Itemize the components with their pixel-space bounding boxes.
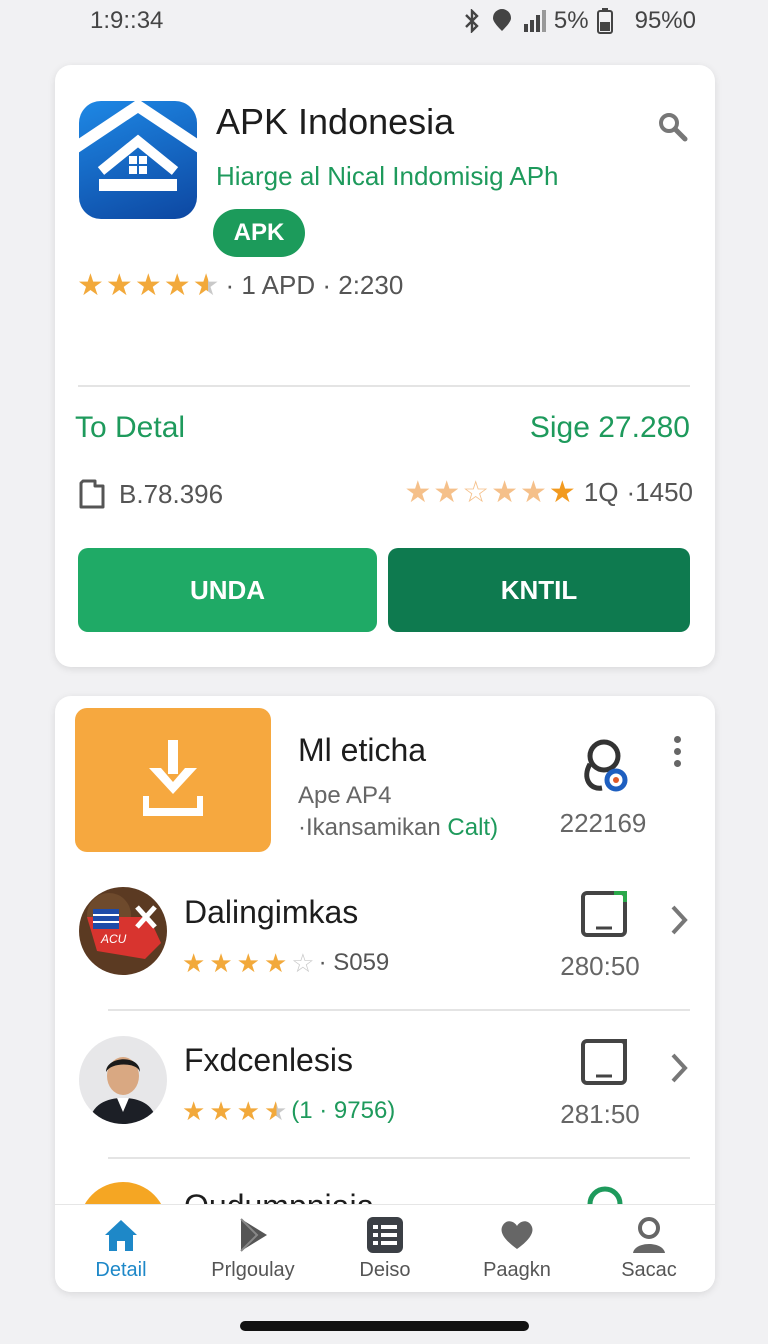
- app-list-card: Ml eticha Ape AP4 ·Ikansamikan Calt) 222…: [55, 696, 715, 1292]
- stethoscope-icon: [584, 739, 628, 792]
- battery-icon: [596, 8, 613, 34]
- apk-badge: APK: [213, 209, 305, 257]
- signal-icon: [523, 10, 546, 32]
- play-icon: [240, 1218, 267, 1252]
- star-icon: ★: [134, 268, 162, 302]
- star-icon: ★: [404, 475, 432, 509]
- chevron-right-icon[interactable]: [667, 903, 691, 937]
- divider: [108, 1009, 690, 1011]
- app-icon: [79, 101, 197, 219]
- list-item-title: Dalingimkas: [184, 894, 359, 930]
- star-icon: ★: [105, 268, 133, 302]
- nav-sacac[interactable]: Sacac: [589, 1215, 709, 1282]
- unda-button[interactable]: UNDA: [78, 548, 377, 632]
- battery-percent: 5%: [553, 7, 589, 34]
- review-total: ·1450: [626, 477, 694, 507]
- star-icon: ★: [520, 475, 547, 509]
- chevron-right-icon[interactable]: [667, 1051, 691, 1085]
- bottom-nav: Detail Prlgoulay Deiso Paagkn Sacac: [55, 1204, 715, 1292]
- search-icon[interactable]: [657, 111, 689, 143]
- review-stars: ★ ★ ☆ ★ ★ ★: [404, 475, 576, 509]
- review-count: 1Q: [583, 477, 619, 507]
- storage-icon: [79, 479, 105, 509]
- list-item-meta: 281:50: [560, 1099, 640, 1129]
- star-outline-icon: ☆: [291, 948, 315, 978]
- featured-title: Ml eticha: [298, 732, 427, 768]
- nav-prlgoulay[interactable]: Prlgoulay: [193, 1215, 313, 1282]
- status-icons: 5% 95%0: [462, 7, 696, 35]
- storage-value: B.78.396: [119, 478, 224, 509]
- list-item-rating: ★ ★ ★ ★ (1 · 9756): [182, 1097, 395, 1125]
- house-logo-icon: [79, 101, 197, 191]
- bluetooth-icon: [465, 9, 479, 33]
- star-icon: ★: [548, 475, 576, 509]
- divider: [108, 1157, 690, 1159]
- status-right-text: 95%0: [634, 7, 696, 34]
- half-star-icon: ★: [192, 268, 220, 302]
- status-bar: 1:9::34 5% 95%0: [0, 0, 768, 42]
- star-icon: ★: [236, 1096, 260, 1126]
- status-time: 1:9::34: [90, 7, 164, 34]
- storage-info: B.78.396: [77, 477, 223, 511]
- star-icon: ★: [209, 948, 233, 978]
- divider: [78, 385, 690, 387]
- nav-detail[interactable]: Detail: [61, 1215, 181, 1282]
- rating-text: · 1 APD · 2:230: [225, 270, 404, 300]
- rating-stars: ★ ★ ★ ★ ★: [77, 268, 220, 302]
- list-item-meta: 280:50: [560, 951, 640, 981]
- nav-deiso[interactable]: Deiso: [325, 1215, 445, 1282]
- list-item-title: Fxdcenlesis: [184, 1042, 353, 1078]
- list-item-rating: ★ ★ ★ ★ ☆ · S059: [182, 949, 389, 977]
- star-icon: ★: [491, 475, 518, 509]
- tablet-icon: [581, 1039, 627, 1085]
- download-icon: [143, 740, 203, 816]
- app-rating: ★ ★ ★ ★ ★ · 1 APD · 2:230: [77, 270, 403, 301]
- avatar: ACU: [79, 887, 167, 975]
- rating-text: · S059: [318, 949, 390, 976]
- rating-text: (1 · 9756): [291, 1097, 396, 1124]
- app-title: APK Indonesia: [216, 101, 455, 142]
- location-icon: [492, 9, 511, 31]
- star-icon: ★: [163, 268, 191, 302]
- size-value: Sige 27.280: [529, 411, 690, 444]
- more-options-icon[interactable]: [667, 736, 687, 776]
- featured-subtitle: Ape AP4: [298, 782, 392, 809]
- list-icon: [367, 1217, 403, 1253]
- tablet-icon: [581, 891, 627, 937]
- home-indicator[interactable]: [240, 1321, 529, 1331]
- nav-paagkn[interactable]: Paagkn: [457, 1215, 577, 1282]
- app-subtitle: Hiarge al Nical Indomisig APh: [216, 161, 559, 191]
- svg-text:ACU: ACU: [100, 932, 127, 946]
- heart-icon: [501, 1221, 533, 1249]
- star-icon: ★: [263, 948, 288, 978]
- star-icon: ★: [433, 475, 461, 509]
- star-icon: ★: [182, 948, 206, 978]
- home-icon: [105, 1220, 137, 1251]
- detail-link[interactable]: To Detal: [75, 411, 185, 445]
- download-tile[interactable]: [75, 708, 271, 852]
- review-summary: ★ ★ ☆ ★ ★ ★ 1Q ·1450: [404, 477, 693, 508]
- person-icon: [633, 1217, 665, 1253]
- half-star-icon: ★: [263, 1096, 288, 1126]
- kntil-button[interactable]: KNTIL: [388, 548, 690, 632]
- app-header-card: APK Indonesia Hiarge al Nical Indomisig …: [55, 65, 715, 667]
- avatar: [79, 1036, 167, 1124]
- star-icon: ★: [236, 948, 260, 978]
- star-icon: ★: [209, 1096, 233, 1126]
- star-icon: ★: [182, 1096, 206, 1126]
- featured-subtitle-2: ·Ikansamikan Calt): [298, 814, 499, 841]
- star-outline-icon: ☆: [462, 475, 490, 509]
- featured-meta: 222169: [559, 808, 647, 838]
- star-icon: ★: [77, 268, 104, 302]
